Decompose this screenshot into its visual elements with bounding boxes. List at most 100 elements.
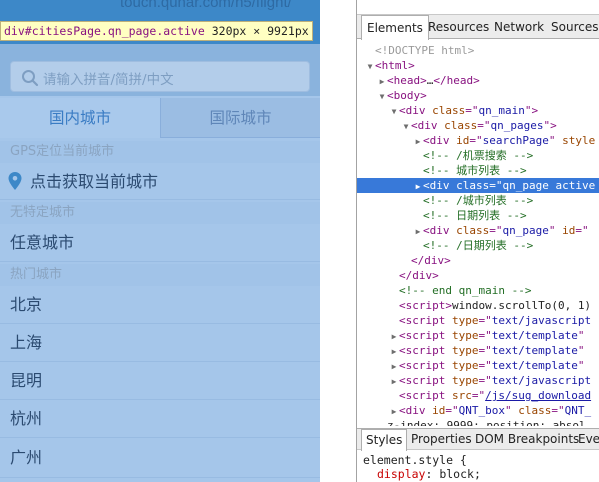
dom-node[interactable]: <!-- /城市列表 --> bbox=[357, 193, 599, 208]
dom-token-tag: <div bbox=[423, 179, 457, 192]
dom-node[interactable]: ▶ <script type="text/template" bbox=[357, 328, 599, 343]
collapse-arrow-icon[interactable]: ▼ bbox=[365, 59, 375, 74]
dom-node[interactable]: <!-- /机票搜索 --> bbox=[357, 148, 599, 163]
dom-node[interactable]: <!-- end qn_main --> bbox=[357, 283, 599, 298]
dom-tree: <!DOCTYPE html> ▼ <html> ▶ <head>…</head> ▼ <b… bbox=[357, 41, 599, 426]
expand-arrow-icon[interactable]: ▶ bbox=[413, 224, 423, 239]
dom-token-tag: <script bbox=[399, 329, 452, 342]
dom-token-val: text/javascript bbox=[491, 374, 592, 387]
dom-token-cm: <!-- end qn_main --> bbox=[399, 284, 532, 297]
dom-token-attr: type bbox=[451, 374, 479, 387]
dom-token-val: qn_main bbox=[478, 104, 525, 117]
dom-token-attr: id bbox=[456, 134, 470, 147]
collapse-arrow-icon[interactable]: ▼ bbox=[389, 104, 399, 119]
dom-token-tag: "> bbox=[524, 104, 539, 117]
search-input[interactable]: 请输入拼音/简拼/中文 bbox=[10, 61, 310, 92]
dom-node[interactable]: <!DOCTYPE html> bbox=[357, 43, 599, 58]
tab-event-listeners[interactable]: Event bbox=[574, 429, 599, 450]
style-value: block; bbox=[439, 467, 481, 481]
tab-elements[interactable]: Elements bbox=[361, 15, 429, 40]
dom-token-val: qn_pages bbox=[490, 119, 544, 132]
tab-dom-breakpoints[interactable]: DOM Breakpoints bbox=[471, 429, 583, 450]
dom-node[interactable]: <script src="/js/sug_download bbox=[357, 388, 599, 403]
dom-token-cm: <!-- 日期列表 --> bbox=[423, 209, 527, 222]
dom-node[interactable]: ▶ <div id="QNT_box" class="QNT_ bbox=[357, 403, 599, 418]
expand-arrow-icon[interactable]: ▶ bbox=[377, 74, 387, 89]
city-item[interactable]: 北京 bbox=[0, 286, 320, 324]
dom-token-tag: </div> bbox=[411, 254, 451, 267]
expand-arrow-icon[interactable]: ▶ bbox=[413, 134, 423, 149]
dom-node[interactable]: ▶ <script type="text/javascript bbox=[357, 373, 599, 388]
dom-token-dt: <!DOCTYPE html> bbox=[375, 44, 475, 57]
dom-token-attr: type bbox=[451, 344, 479, 357]
dom-token-tag: <div bbox=[411, 119, 445, 132]
dom-node-selected[interactable]: ▶ <div class="qn_page active bbox=[357, 178, 599, 193]
dom-token-attr: src bbox=[451, 389, 472, 402]
city-item-any[interactable]: 任意城市 bbox=[0, 224, 320, 262]
dom-node[interactable]: <script type="text/javascript bbox=[357, 313, 599, 328]
dom-node[interactable]: ▶ <div class="qn_page" id=" bbox=[357, 223, 599, 238]
screen: touch.qunar.com/h5/flight/ div#citiesPag… bbox=[0, 0, 599, 482]
dom-token-txt: window.scrollTo(0, 1) bbox=[451, 299, 592, 312]
dom-token-val: searchPage bbox=[482, 134, 549, 147]
tab-properties[interactable]: Properties bbox=[407, 429, 476, 450]
dom-node[interactable]: ▼ <div class="qn_pages"> bbox=[357, 118, 599, 133]
dom-token-tag: " bbox=[548, 134, 563, 147]
dom-token-tag: <script bbox=[399, 359, 452, 372]
style-declaration[interactable]: display: block; bbox=[377, 467, 481, 481]
gps-locate-button[interactable]: 点击获取当前城市 bbox=[0, 163, 320, 200]
dom-token-val: text/javascript bbox=[491, 314, 592, 327]
tab-domestic-cities[interactable]: 国内城市 bbox=[0, 98, 160, 138]
dom-token-tag: <body> bbox=[387, 89, 427, 102]
dom-token-cm: <!-- /城市列表 --> bbox=[423, 194, 534, 207]
expand-arrow-icon[interactable]: ▶ bbox=[389, 404, 399, 419]
dom-token-tag: <div bbox=[399, 404, 433, 417]
tab-styles[interactable]: Styles bbox=[361, 429, 408, 451]
dom-node[interactable]: ▼ <body> bbox=[357, 88, 599, 103]
expand-arrow-icon[interactable]: ▶ bbox=[389, 359, 399, 374]
dom-node[interactable]: z-index: 9999; position: absol bbox=[357, 418, 599, 426]
search-placeholder: 请输入拼音/简拼/中文 bbox=[43, 72, 174, 88]
dom-node[interactable]: ▶ <script type="text/template" bbox=[357, 358, 599, 373]
location-pin-icon bbox=[8, 172, 22, 190]
dom-token-attr: class bbox=[518, 404, 552, 417]
collapse-arrow-icon[interactable]: ▼ bbox=[401, 119, 411, 134]
devtools-panel: Elements Resources Network Sources <!DOC… bbox=[356, 0, 599, 482]
section-header-hot: 热门城市 bbox=[0, 264, 320, 286]
dom-node[interactable]: </div> bbox=[357, 268, 599, 283]
dom-token-attr: class bbox=[456, 179, 490, 192]
dom-token-attr: type bbox=[451, 329, 479, 342]
dom-node[interactable]: ▶ <script type="text/template" bbox=[357, 343, 599, 358]
dom-node[interactable]: ▶ <div id="searchPage" style bbox=[357, 133, 599, 148]
tab-network[interactable]: Network bbox=[489, 15, 549, 39]
expand-arrow-icon[interactable]: ▶ bbox=[389, 329, 399, 344]
dom-token-tag: "> bbox=[543, 119, 557, 132]
city-item[interactable]: 杭州 bbox=[0, 400, 320, 438]
dom-token-tag: <div bbox=[423, 134, 457, 147]
dom-node[interactable]: ▶ <head>…</head> bbox=[357, 73, 599, 88]
dom-node[interactable]: <!-- 日期列表 --> bbox=[357, 208, 599, 223]
tab-international-cities[interactable]: 国际城市 bbox=[160, 98, 320, 138]
dom-node[interactable]: </div> bbox=[357, 253, 599, 268]
city-item[interactable]: 上海 bbox=[0, 324, 320, 362]
url-text: touch.qunar.com/h5/flight/ bbox=[120, 0, 292, 11]
tab-sources[interactable]: Sources bbox=[546, 15, 599, 39]
city-tabs: 国内城市 国际城市 bbox=[0, 98, 320, 138]
tab-resources[interactable]: Resources bbox=[423, 15, 494, 39]
dom-node[interactable]: <script>window.scrollTo(0, 1) bbox=[357, 298, 599, 313]
dom-token-tag: =" bbox=[465, 104, 479, 117]
expand-arrow-icon[interactable]: ▶ bbox=[389, 344, 399, 359]
dom-token-tag: =" bbox=[477, 119, 491, 132]
dom-node[interactable]: ▼ <html> bbox=[357, 58, 599, 73]
dom-node[interactable]: ▼ <div class="qn_main"> bbox=[357, 103, 599, 118]
city-item[interactable]: 昆明 bbox=[0, 362, 320, 400]
dom-token-cm: <!-- /机票搜索 --> bbox=[423, 149, 534, 162]
expand-arrow-icon[interactable]: ▶ bbox=[413, 179, 423, 194]
dom-node[interactable]: <!-- 城市列表 --> bbox=[357, 163, 599, 178]
dom-node[interactable]: <!-- /日期列表 --> bbox=[357, 238, 599, 253]
expand-arrow-icon[interactable]: ▶ bbox=[389, 374, 399, 389]
dom-token-tag: <head> bbox=[387, 74, 427, 87]
city-item[interactable]: 广州 bbox=[0, 438, 320, 478]
collapse-arrow-icon[interactable]: ▼ bbox=[377, 89, 387, 104]
dom-token-tag: =" bbox=[471, 389, 486, 402]
